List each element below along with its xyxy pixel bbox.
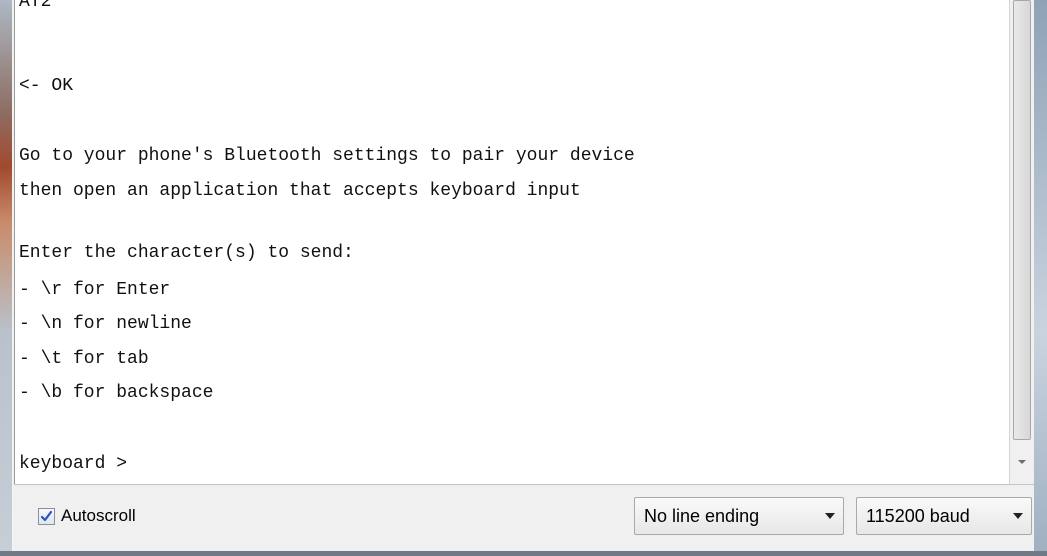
checkmark-icon (40, 510, 53, 521)
output-line: - \n for newline (19, 314, 192, 334)
scroll-down-arrow-icon (1018, 460, 1026, 464)
window-bottom-frame (0, 551, 1047, 556)
scrollbar-thumb[interactable] (1013, 0, 1031, 440)
output-line: - \b for backspace (19, 383, 214, 403)
output-line: Enter the character(s) to send: (19, 243, 354, 263)
autoscroll-checkbox[interactable] (38, 507, 55, 525)
autoscroll-label: Autoscroll (61, 506, 136, 525)
chevron-down-icon (817, 513, 843, 519)
line-ending-value: No line ending (644, 505, 760, 526)
output-line: AT2 (19, 0, 52, 12)
chevron-down-icon (1005, 513, 1031, 519)
output-line: keyboard > (19, 454, 128, 474)
line-ending-select[interactable]: No line ending (634, 497, 844, 535)
baud-rate-value: 115200 baud (866, 505, 970, 526)
serial-monitor-window: AT2 <- OK Go to your phone's Bluetooth s… (0, 0, 1047, 556)
window-right-frame (1034, 0, 1047, 556)
status-bar: Autoscroll No line ending 115200 baud (14, 484, 1034, 551)
output-line: then open an application that accepts ke… (19, 181, 581, 201)
baud-rate-select[interactable]: 115200 baud (856, 497, 1032, 535)
output-line: - \r for Enter (19, 280, 171, 300)
output-line: - \t for tab (19, 349, 149, 369)
vertical-scrollbar[interactable] (1009, 0, 1034, 484)
scroll-down-button[interactable] (1013, 445, 1031, 479)
serial-output-area[interactable]: AT2 <- OK Go to your phone's Bluetooth s… (14, 0, 1009, 484)
output-line: <- OK (19, 76, 74, 96)
output-line: Go to your phone's Bluetooth settings to… (19, 146, 635, 166)
autoscroll-control[interactable]: Autoscroll (38, 506, 136, 526)
